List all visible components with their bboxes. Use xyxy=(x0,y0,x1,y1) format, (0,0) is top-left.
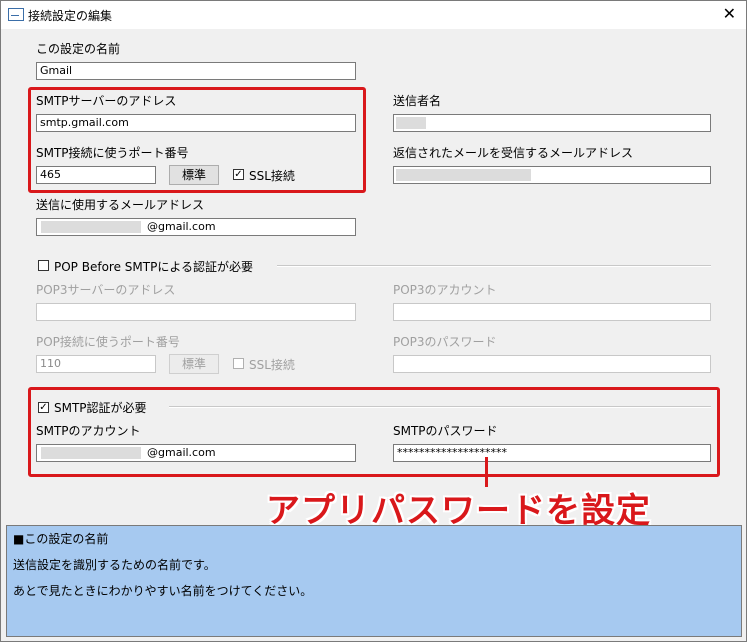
close-button[interactable]: ✕ xyxy=(723,4,736,24)
pop3-ssl-label: SSL接続 xyxy=(249,358,295,372)
highlight-smtp-server-box xyxy=(28,87,366,193)
pop3-account-input[interactable] xyxy=(393,303,711,321)
help-line-2: あとで見たときにわかりやすい名前をつけてください。 xyxy=(13,584,313,598)
edit-connection-dialog: 接続設定の編集 ✕ この設定の名前 Gmail SMTPサーバーのアドレス sm… xyxy=(0,0,747,642)
setting-name-label: この設定の名前 xyxy=(36,42,121,56)
pop3-ssl-checkbox[interactable] xyxy=(233,358,244,369)
pop-before-smtp-label: POP Before SMTPによる認証が必要 xyxy=(54,260,253,274)
pop3-port-input[interactable]: 110 xyxy=(36,355,156,373)
group-divider xyxy=(277,265,711,267)
window-title: 接続設定の編集 xyxy=(28,9,113,23)
pop-before-smtp-checkbox[interactable] xyxy=(38,260,49,271)
help-panel: ■この設定の名前 送信設定を識別するための名前です。 あとで見たときにわかりやす… xyxy=(6,525,742,637)
reply-to-input[interactable] xyxy=(393,166,711,184)
setting-name-input[interactable]: Gmail xyxy=(36,62,356,80)
sender-email-input[interactable]: @gmail.com xyxy=(36,218,356,236)
pop3-server-input[interactable] xyxy=(36,303,356,321)
pop3-port-label: POP接続に使うポート番号 xyxy=(36,335,180,349)
sender-email-domain: @gmail.com xyxy=(147,220,216,233)
sender-email-label: 送信に使用するメールアドレス xyxy=(36,198,205,212)
sender-name-input[interactable] xyxy=(393,114,711,132)
pop3-password-input[interactable] xyxy=(393,355,711,373)
help-heading: ■この設定の名前 xyxy=(13,532,109,546)
mail-window-icon xyxy=(8,8,24,21)
redacted-text xyxy=(396,117,426,129)
sender-name-label: 送信者名 xyxy=(393,94,442,108)
redacted-text xyxy=(396,169,531,181)
pop3-password-label: POP3のパスワード xyxy=(393,335,497,349)
pop3-port-default-button[interactable]: 標準 xyxy=(169,354,219,374)
pop3-account-label: POP3のアカウント xyxy=(393,283,497,297)
pop3-server-label: POP3サーバーのアドレス xyxy=(36,283,176,297)
redacted-text xyxy=(41,221,141,233)
title-bar: 接続設定の編集 ✕ xyxy=(1,1,746,29)
reply-to-label: 返信されたメールを受信するメールアドレス xyxy=(393,146,634,160)
highlight-smtp-auth-box xyxy=(28,387,720,477)
help-line-1: 送信設定を識別するための名前です。 xyxy=(13,558,216,572)
